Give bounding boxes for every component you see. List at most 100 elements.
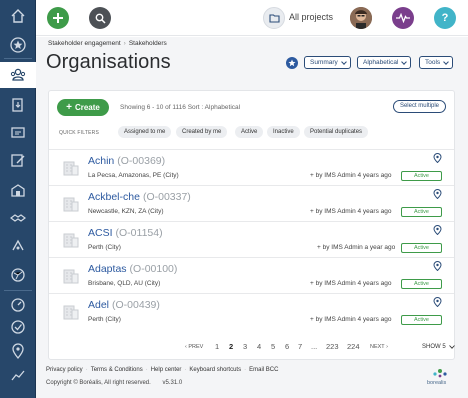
- grievance-icon[interactable]: [0, 120, 36, 146]
- building-icon: [63, 305, 79, 320]
- filter-chip-active[interactable]: Active: [235, 126, 264, 138]
- footer-links: Privacy policy · Terms & Conditions · Help c…: [46, 367, 279, 373]
- current-page[interactable]: 2: [229, 342, 233, 351]
- logo-text: borealis: [427, 380, 447, 386]
- building-icon[interactable]: [0, 177, 36, 203]
- page-link[interactable]: 3: [243, 342, 247, 351]
- copyright-line: Copyright © Boréalis, All right reserved…: [46, 380, 182, 386]
- map-icon[interactable]: [0, 262, 36, 288]
- email-bcc-link[interactable]: Email BCC: [249, 367, 278, 373]
- breadcrumb: Stakeholder engagement › Stakeholders: [48, 40, 167, 47]
- page-link[interactable]: 224: [347, 342, 360, 351]
- breadcrumb-item[interactable]: Stakeholders: [129, 40, 167, 47]
- chevron-down-icon[interactable]: [449, 345, 455, 349]
- filter-chip-inactive[interactable]: Inactive: [267, 126, 300, 138]
- help-center-link[interactable]: Help center: [151, 367, 182, 373]
- sidebar: [0, 0, 36, 398]
- map-pin-icon[interactable]: [433, 261, 442, 271]
- map-pin-icon[interactable]: [433, 189, 442, 199]
- breadcrumb-item[interactable]: Stakeholder engagement: [48, 40, 121, 47]
- summary-dropdown[interactable]: Summary: [304, 56, 351, 69]
- building-icon: [63, 197, 79, 212]
- list-item[interactable]: Adel (O-00439) Perth (City) + by IMS Admi…: [49, 293, 454, 329]
- plus-icon: [53, 13, 63, 23]
- org-location: Brisbane, QLD, AU (City): [88, 280, 161, 287]
- building-icon: [63, 161, 79, 176]
- page-link[interactable]: 6: [285, 342, 289, 351]
- projects-button[interactable]: [263, 7, 285, 29]
- org-location: La Pecsa, Amazonas, PE (City): [88, 172, 179, 179]
- import-icon[interactable]: [0, 92, 36, 118]
- filter-chip-duplicates[interactable]: Potential duplicates: [304, 126, 369, 138]
- help-button[interactable]: ?: [434, 7, 456, 29]
- prev-page-link[interactable]: ‹ PREV: [185, 344, 203, 350]
- create-button[interactable]: + Create: [57, 99, 109, 116]
- sort-dropdown[interactable]: Alphabetical: [357, 56, 412, 69]
- page-link[interactable]: 1: [215, 342, 219, 351]
- favorite-star-icon[interactable]: [286, 57, 298, 69]
- status-badge: Active: [401, 207, 442, 217]
- page-size-select[interactable]: SHOW 5: [422, 344, 446, 350]
- engagement-icon[interactable]: [0, 148, 36, 174]
- building-icon: [63, 269, 79, 284]
- main-content: Stakeholder engagement › Stakeholders Orga…: [36, 37, 468, 398]
- org-code: (O-00100): [129, 263, 178, 275]
- org-code: (O-00439): [112, 299, 160, 311]
- next-page-link[interactable]: NEXT ›: [370, 344, 388, 350]
- search-button[interactable]: [89, 7, 111, 29]
- select-multiple-button[interactable]: Select multiple: [392, 100, 446, 113]
- list-item[interactable]: Achin (O-00369) La Pecsa, Amazonas, PE (C…: [49, 149, 454, 185]
- folder-icon: [268, 14, 280, 23]
- commitment-icon[interactable]: [0, 233, 36, 259]
- check-circle-icon[interactable]: [0, 314, 36, 340]
- copyright: Copyright © Boréalis, All right reserved…: [46, 380, 151, 386]
- org-name-link[interactable]: Adel (O-00439): [88, 299, 160, 311]
- list-item[interactable]: Adaptas (O-00100) Brisbane, QLD, AU (City…: [49, 257, 454, 293]
- map-pin-icon[interactable]: [433, 225, 442, 235]
- projects-label[interactable]: All projects: [289, 12, 333, 22]
- org-name-link[interactable]: Ackbel-che (O-00337): [88, 191, 191, 203]
- home-icon[interactable]: [0, 3, 36, 29]
- filter-chip-assigned[interactable]: Assigned to me: [118, 126, 172, 138]
- page-link[interactable]: 223: [326, 342, 339, 351]
- showing-text: Showing 6 - 10 of 1116 Sort : Alphabetic…: [120, 104, 241, 111]
- search-icon: [95, 13, 106, 24]
- org-name-link[interactable]: Adaptas (O-00100): [88, 263, 177, 275]
- page-link[interactable]: 7: [298, 342, 302, 351]
- org-name-link[interactable]: ACSI (O-01154): [88, 227, 163, 239]
- tools-dropdown[interactable]: Tools: [419, 56, 454, 69]
- status-badge: Active: [401, 171, 442, 181]
- activity-button[interactable]: [392, 7, 414, 29]
- status-badge: Active: [401, 279, 442, 289]
- star-icon[interactable]: [0, 32, 36, 58]
- created-by: + by IMS Admin 4 years ago: [310, 172, 392, 179]
- list-item[interactable]: Ackbel-che (O-00337) Newcastle, KZN, ZA (…: [49, 185, 454, 221]
- topbar: All projects ?: [36, 0, 468, 36]
- version: v5.31.0: [162, 380, 183, 386]
- created-by: + by IMS Admin 4 years ago: [310, 280, 392, 287]
- privacy-link[interactable]: Privacy policy: [46, 367, 83, 373]
- created-by: + by IMS Admin 4 years ago: [310, 208, 392, 215]
- add-button[interactable]: [47, 7, 69, 29]
- avatar[interactable]: [350, 7, 372, 29]
- terms-link[interactable]: Terms & Conditions: [91, 367, 143, 373]
- pulse-icon: [396, 13, 410, 23]
- page-link[interactable]: 4: [257, 342, 261, 351]
- chart-icon[interactable]: [0, 362, 36, 388]
- filter-chip-created[interactable]: Created by me: [176, 126, 228, 138]
- plus-icon: +: [66, 102, 72, 113]
- map-pin-icon[interactable]: [433, 153, 442, 163]
- shortcuts-link[interactable]: Keyboard shortcuts: [189, 367, 241, 373]
- stakeholders-icon[interactable]: [0, 62, 36, 88]
- org-name-link[interactable]: Achin (O-00369): [88, 155, 165, 167]
- location-icon[interactable]: [0, 338, 36, 364]
- list-item[interactable]: ACSI (O-01154) Perth (City) + by IMS Admi…: [49, 221, 454, 257]
- page-ellipsis: ...: [311, 342, 318, 351]
- handshake-icon[interactable]: [0, 205, 36, 231]
- map-pin-icon[interactable]: [433, 297, 442, 307]
- page-link[interactable]: 5: [271, 342, 275, 351]
- created-by: + by IMS Admin a year ago: [317, 244, 396, 251]
- org-code: (O-00337): [142, 191, 191, 203]
- status-badge: Active: [401, 315, 442, 325]
- building-icon: [63, 233, 79, 248]
